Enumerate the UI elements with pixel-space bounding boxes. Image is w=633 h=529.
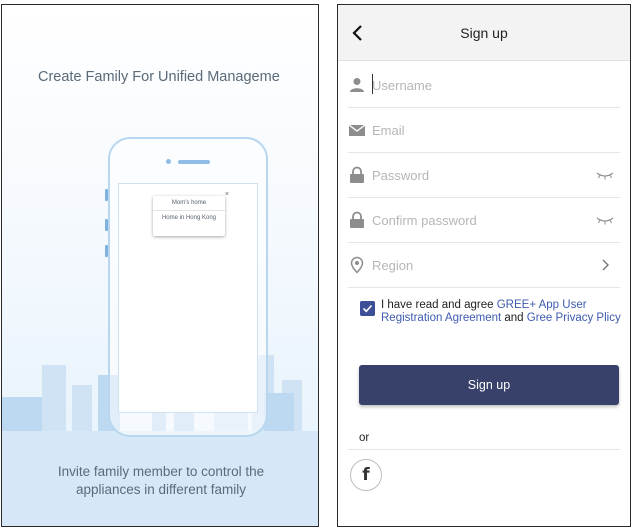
agreement-text-part: and bbox=[501, 312, 527, 324]
phone-speaker bbox=[178, 160, 210, 164]
phone-camera bbox=[166, 159, 171, 164]
popup-item-home: Mom's home bbox=[171, 200, 207, 206]
confirm-password-row bbox=[348, 198, 620, 243]
email-row bbox=[348, 108, 620, 153]
lock-icon bbox=[350, 166, 364, 183]
signup-button[interactable]: Sign up bbox=[359, 365, 619, 405]
family-intro-panel: Create Family For Unified Manageme × Mom… bbox=[1, 4, 319, 527]
region-label: Region bbox=[372, 258, 414, 273]
user-icon bbox=[350, 78, 364, 92]
phone-illustration: × Mom's home Home in Hong Kong bbox=[105, 137, 268, 437]
signup-screen: Sign up Username Email Region I have rea… bbox=[337, 4, 631, 527]
region-selector[interactable]: Region bbox=[348, 243, 620, 288]
privacy-policy-link[interactable]: Gree Privacy Plicy bbox=[527, 312, 621, 324]
username-input[interactable] bbox=[372, 73, 582, 97]
page-title: Sign up bbox=[460, 25, 508, 41]
agreement-text: I have read and agree GREE+ App User Reg… bbox=[381, 299, 621, 325]
location-pin-icon bbox=[350, 256, 364, 274]
mail-icon bbox=[348, 124, 366, 136]
or-divider-label: or bbox=[359, 432, 370, 444]
phone-side-button bbox=[105, 219, 108, 231]
family-popup: × Mom's home Home in Hong Kong bbox=[153, 191, 229, 236]
chevron-right-icon bbox=[602, 259, 609, 271]
facebook-login-button[interactable]: f bbox=[350, 459, 382, 491]
facebook-icon: f bbox=[362, 464, 370, 485]
username-row bbox=[348, 63, 620, 108]
eye-closed-icon[interactable] bbox=[596, 168, 614, 182]
eye-closed-icon[interactable] bbox=[596, 213, 614, 227]
phone-side-button bbox=[105, 189, 108, 201]
confirm-password-input[interactable] bbox=[372, 208, 582, 232]
password-input[interactable] bbox=[372, 163, 582, 187]
agree-checkbox[interactable] bbox=[360, 301, 375, 316]
popup-item-home: Home in Hong Kong bbox=[153, 210, 225, 225]
agreement-text-part: I have read and agree bbox=[381, 299, 497, 311]
divider bbox=[348, 449, 620, 450]
close-icon: × bbox=[224, 191, 229, 198]
header-bar: Sign up bbox=[338, 5, 630, 61]
intro-footer-line: Invite family member to control the bbox=[57, 464, 265, 479]
lock-icon bbox=[350, 211, 364, 228]
email-input[interactable] bbox=[372, 118, 582, 142]
password-row bbox=[348, 153, 620, 198]
intro-footer: Invite family member to control the appl… bbox=[2, 463, 318, 499]
phone-side-button bbox=[105, 245, 108, 257]
intro-footer-line: appliances in different family bbox=[75, 482, 247, 497]
phone-screen: × Mom's home Home in Hong Kong bbox=[118, 183, 258, 413]
